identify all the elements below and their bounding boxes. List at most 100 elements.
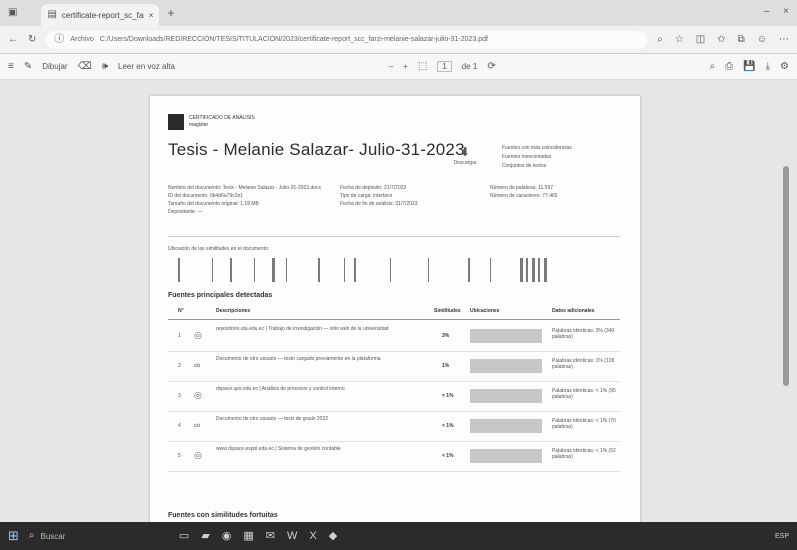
pdf-icon: ▤	[47, 9, 57, 20]
settings-icon[interactable]: ⚙	[780, 61, 789, 72]
page-number-input[interactable]: 1	[437, 61, 452, 72]
excel-icon[interactable]: X	[309, 530, 316, 542]
tab-close-button[interactable]: ×	[149, 11, 154, 20]
draw-button[interactable]: Dibujar	[42, 62, 67, 71]
link-icon: ∞	[194, 420, 201, 430]
option-text-sets[interactable]: Conjuntos de textos	[502, 162, 572, 171]
row-description: Documento de otro usuario — texto cargad…	[216, 356, 381, 362]
close-window-button[interactable]: ×	[783, 6, 789, 17]
col-location: Ubicaciones	[470, 308, 500, 314]
table-row[interactable]: 2 ∞ Documento de otro usuario — texto ca…	[168, 352, 620, 382]
download-icon: ⬇	[459, 145, 471, 159]
barcode-label: Ubicación de las similitudes en el docum…	[168, 246, 270, 252]
fit-page-icon[interactable]: ⬚	[418, 61, 427, 72]
task-view-icon[interactable]: ▭	[179, 530, 189, 542]
web-source-icon: ◎	[194, 330, 202, 340]
row-similarity: < 1%	[442, 423, 454, 429]
source-options: Fuentes con más coincidencias Fuentes me…	[502, 144, 572, 171]
read-aloud-icon[interactable]: 🕪	[102, 61, 108, 72]
pdf-page: CERTIFICADO DE ANÁLISIS magister Tesis -…	[150, 96, 640, 536]
print-icon[interactable]: ⎙	[725, 61, 733, 72]
more-icon[interactable]: ⋯	[779, 34, 789, 45]
split-screen-icon[interactable]: ◫	[696, 34, 705, 45]
word-icon[interactable]: W	[287, 530, 297, 542]
meta-line: Número de caracteres: 77.465	[490, 193, 558, 199]
row-extra: Palabras idénticas: 3% (340 palabras)	[552, 328, 615, 340]
profile-icon[interactable]: ☺	[757, 34, 767, 45]
favorites-icon[interactable]: ✩	[717, 34, 725, 45]
browser-tab[interactable]: ▤ certificate-report_sc_farzi-mela ×	[41, 4, 160, 26]
col-similarity: Similitudes	[434, 308, 461, 314]
favorite-icon[interactable]: ☆	[675, 34, 684, 45]
contents-icon[interactable]: ≡	[8, 61, 14, 72]
start-icon[interactable]: ⊞	[8, 528, 19, 544]
browser-toolbar: ⌕ ☆ ◫ ✩ ⧉ ☺ ⋯	[657, 34, 789, 45]
pdf-viewer: CERTIFICADO DE ANÁLISIS magister Tesis -…	[0, 80, 797, 536]
row-extra: Palabras idénticas: 1% (128 palabras)	[552, 358, 615, 370]
edge-icon[interactable]: ◉	[222, 530, 232, 542]
meta-line: Fecha de fin de análisis: 31/7/2023	[340, 201, 418, 207]
minimize-button[interactable]: –	[764, 6, 770, 17]
store-icon[interactable]: ▦	[243, 530, 253, 542]
table-row[interactable]: 1 ◎ repositorio.uta.edu.ec | Trabajo de …	[168, 322, 620, 352]
new-tab-button[interactable]: +	[167, 6, 174, 20]
vertical-scrollbar[interactable]	[783, 166, 789, 386]
url-field[interactable]: ⓘ Archivo C:/Users/Downloads/REDIRECCIÓN…	[46, 30, 648, 49]
system-tray[interactable]: ESP	[775, 533, 789, 540]
read-aloud-button[interactable]: Leer en voz alta	[118, 62, 175, 71]
highlight-icon[interactable]: ✎	[24, 61, 32, 72]
info-icon: ⓘ	[54, 33, 65, 45]
similarity-barcode	[168, 258, 568, 282]
location-bar	[470, 449, 542, 463]
table-row[interactable]: 3 ◎ dspace.ups.edu.ec | Análisis de proc…	[168, 382, 620, 412]
back-icon[interactable]: ←	[8, 34, 18, 45]
pdf-toolbar: ≡ ✎ Dibujar ⌫ 🕪 Leer en voz alta – + ⬚ 1…	[0, 54, 797, 80]
section-title: Fuentes principales detectadas	[168, 292, 273, 299]
file-explorer-icon[interactable]: ▰	[201, 530, 209, 542]
row-description: repositorio.uta.edu.ec | Trabajo de inve…	[216, 326, 389, 332]
rotate-icon[interactable]: ⟳	[487, 61, 495, 72]
row-extra: Palabras idénticas: < 1% (70 palabras)	[552, 418, 616, 430]
row-number: 5	[178, 453, 181, 459]
link-icon: ∞	[194, 360, 201, 370]
logo-line1: CERTIFICADO DE ANÁLISIS	[189, 115, 255, 121]
taskbar-search[interactable]: ⌕ Buscar	[29, 531, 149, 541]
web-source-icon: ◎	[194, 450, 202, 460]
refresh-icon[interactable]: ↻	[28, 34, 36, 45]
option-top-sources[interactable]: Fuentes con más coincidencias	[502, 144, 572, 153]
section2-title: Fuentes con similitudes fortuitas	[168, 512, 278, 519]
logo-line2: magister	[189, 122, 209, 128]
divider	[168, 236, 620, 237]
row-number: 3	[178, 393, 181, 399]
row-similarity: < 1%	[442, 453, 454, 459]
search-icon[interactable]: ⌕	[710, 61, 716, 72]
taskbar-search-label: Buscar	[40, 531, 66, 541]
window-menu-icon[interactable]: ▣	[8, 8, 17, 18]
download-label: Descargar	[453, 160, 477, 166]
document-title: Tesis - Melanie Salazar- Julio-31-2023	[168, 140, 465, 159]
location-bar	[470, 359, 542, 373]
download-button[interactable]: ⬇ Descargar	[448, 146, 482, 166]
row-number: 2	[178, 363, 181, 369]
row-number: 4	[178, 423, 181, 429]
table-header: N° Descripciones Similitudes Ubicaciones…	[168, 308, 620, 318]
save-icon[interactable]: 💾	[743, 61, 755, 72]
erase-icon[interactable]: ⌫	[78, 61, 92, 72]
mail-icon[interactable]: ✉	[266, 530, 275, 542]
col-extra: Datos adicionales	[552, 308, 595, 314]
zoom-icon[interactable]: ⌕	[657, 34, 663, 45]
zoom-out-button[interactable]: –	[389, 62, 393, 71]
meta-line: Depositante: —	[168, 209, 203, 215]
logo-mark	[168, 114, 184, 130]
zoom-in-button[interactable]: +	[403, 62, 408, 71]
save-as-icon[interactable]: ⤓	[766, 61, 770, 72]
app-icon[interactable]: ◆	[329, 530, 337, 542]
row-description: dspace.ups.edu.ec | Análisis de procesos…	[216, 386, 345, 392]
collections-icon[interactable]: ⧉	[738, 34, 745, 45]
table-row[interactable]: 5 ◎ www.dspace.espol.edu.ec | Sistema de…	[168, 442, 620, 472]
url-text: C:/Users/Downloads/REDIRECCIÓN/TESIS/TIT…	[99, 36, 488, 43]
option-cited-sources[interactable]: Fuentes mencionadas	[502, 153, 572, 162]
tab-bar: ▣ ▤ certificate-report_sc_farzi-mela × +…	[0, 0, 797, 26]
meta-mid: Fecha de depósito: 31/7/2023 Tipo de car…	[340, 184, 418, 208]
table-row[interactable]: 4 ∞ Documento de otro usuario — tesis de…	[168, 412, 620, 442]
